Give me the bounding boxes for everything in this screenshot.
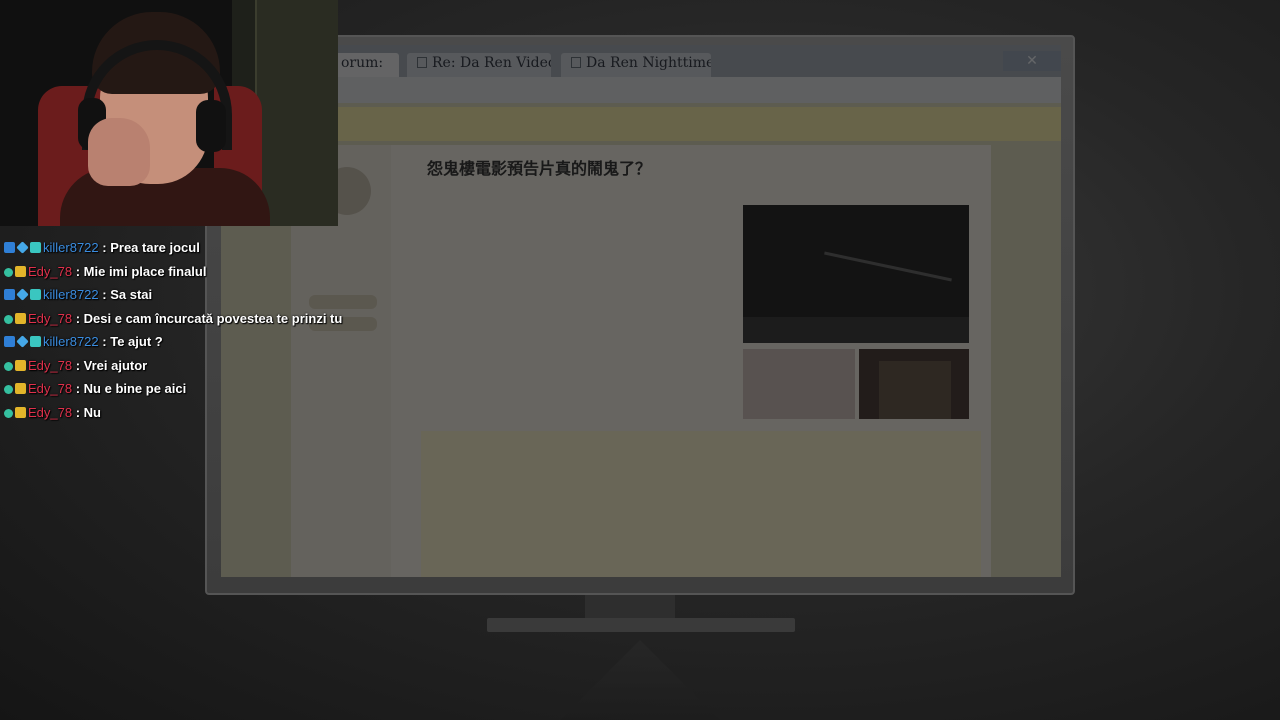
- chat-message: Edy_78 : Nu: [4, 401, 344, 425]
- dot-badge-icon: [4, 385, 13, 394]
- chat-username[interactable]: Edy_78: [28, 381, 72, 396]
- chat-overlay: killer8722 : Prea tare jocul Edy_78 : Mie…: [4, 236, 344, 424]
- cube-badge-icon: [16, 335, 29, 348]
- crown-badge-icon: [15, 383, 26, 394]
- dot-badge-icon: [4, 361, 13, 371]
- grid-badge-icon: [30, 289, 41, 300]
- dot-badge-icon: [4, 267, 13, 277]
- dot-badge-icon: [4, 314, 13, 324]
- chat-message: killer8722 : Sa stai: [4, 283, 344, 307]
- browser-tab-nighttime[interactable]: Da Ren Nighttime: [561, 53, 711, 77]
- chat-username[interactable]: Edy_78: [28, 358, 72, 373]
- chat-text: : Nu: [75, 404, 101, 420]
- chat-text: : Te ajut ?: [102, 334, 163, 349]
- post-photo-thumbnail[interactable]: [859, 349, 969, 419]
- grid-badge-icon: [30, 336, 41, 347]
- prime-badge-icon: [4, 336, 15, 347]
- chat-username[interactable]: Edy_78: [28, 311, 72, 326]
- cube-badge-icon: [16, 241, 29, 254]
- chat-message: killer8722 : Te ajut ?: [4, 330, 344, 354]
- page-icon: [417, 57, 427, 68]
- chat-message: Edy_78 : Mie imi place finalul: [4, 260, 344, 284]
- comments-section: [421, 431, 981, 577]
- prime-badge-icon: [4, 289, 15, 300]
- chat-message: Edy_78 : Nu e bine pe aici: [4, 377, 344, 401]
- chat-message: killer8722 : Prea tare jocul: [4, 236, 344, 260]
- headphone-cup: [196, 100, 226, 152]
- browser-tab-forum[interactable]: orum:: [331, 53, 399, 77]
- chat-text: : Desi e cam încurcată povestea te prinz…: [75, 310, 343, 326]
- chat-text: : Sa stai: [102, 287, 153, 302]
- chat-username[interactable]: killer8722: [43, 240, 99, 255]
- chat-message: Edy_78 : Desi e cam încurcată povestea t…: [4, 307, 344, 331]
- close-button[interactable]: ✕: [1003, 51, 1061, 71]
- chat-text: : Prea tare jocul: [102, 240, 200, 255]
- webcam-overlay: [0, 0, 338, 226]
- chat-text: : Nu e bine pe aici: [75, 381, 187, 396]
- page-icon: [571, 57, 581, 68]
- post-photo-thumbnail[interactable]: [743, 349, 855, 419]
- forum-post: 怨鬼樓電影預告片真的鬧鬼了？: [291, 145, 991, 577]
- crown-badge-icon: [15, 312, 26, 324]
- chat-message: Edy_78 : Vrei ajutor: [4, 354, 344, 378]
- monitor-stand-base: [487, 618, 795, 632]
- browser-tab-bar: orum: Re: Da Ren Video I Da Ren Nighttim…: [221, 45, 1061, 77]
- post-photo-main[interactable]: [743, 205, 969, 343]
- browser-tab-video[interactable]: Re: Da Ren Video I: [407, 53, 551, 77]
- crown-badge-icon: [15, 359, 26, 371]
- dot-badge-icon: [4, 408, 13, 418]
- chat-username[interactable]: Edy_78: [28, 264, 72, 279]
- game-scene: orum: Re: Da Ren Video I Da Ren Nighttim…: [0, 0, 1280, 720]
- chat-username[interactable]: Edy_78: [28, 405, 72, 420]
- forum-banner: [221, 107, 1061, 141]
- crown-badge-icon: [15, 406, 26, 418]
- cube-badge-icon: [16, 288, 29, 301]
- chat-text: : Mie imi place finalul: [75, 263, 207, 279]
- chat-text: : Vrei ajutor: [75, 357, 148, 373]
- monitor-screen: orum: Re: Da Ren Video I Da Ren Nighttim…: [221, 45, 1061, 577]
- post-title: 怨鬼樓電影預告片真的鬧鬼了？: [427, 159, 652, 178]
- chat-username[interactable]: killer8722: [43, 334, 99, 349]
- prime-badge-icon: [4, 242, 15, 253]
- streamer-hand: [88, 118, 150, 186]
- chat-username[interactable]: killer8722: [43, 287, 99, 302]
- room-door: [255, 0, 338, 226]
- grid-badge-icon: [30, 242, 41, 253]
- crown-badge-icon: [15, 265, 26, 277]
- desk-shadow: [560, 640, 720, 720]
- address-bar[interactable]: [221, 77, 1061, 103]
